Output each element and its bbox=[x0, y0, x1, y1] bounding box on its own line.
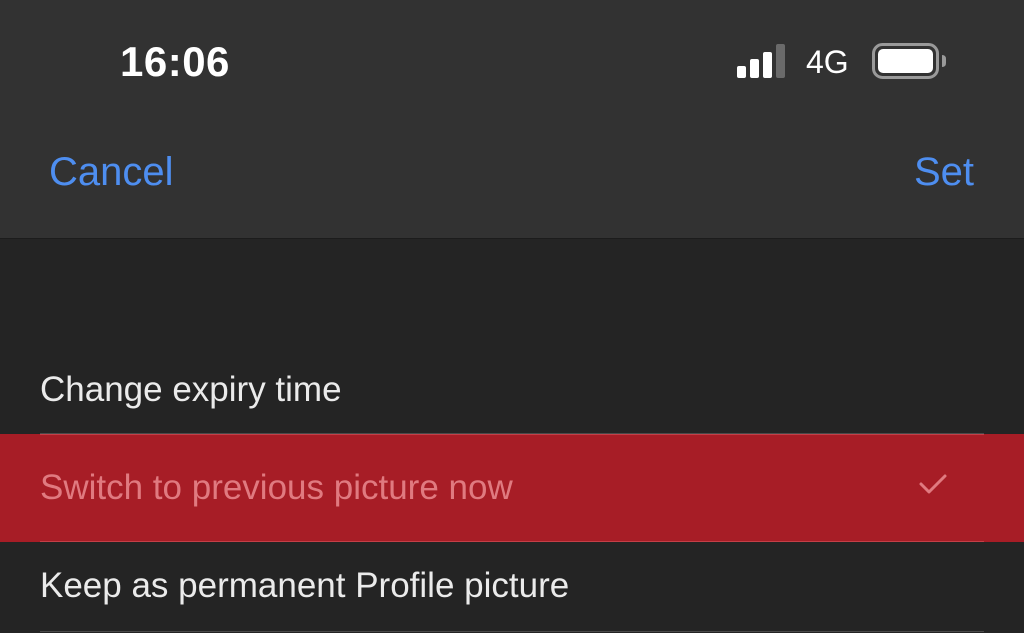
option-label: Change expiry time bbox=[40, 370, 342, 409]
battery-icon bbox=[872, 43, 946, 79]
options-list: Change expiry time Switch to previous pi… bbox=[0, 344, 1024, 632]
network-type-label: 4G bbox=[806, 44, 849, 80]
option-keep-as-permanent-profile-picture[interactable]: Keep as permanent Profile picture bbox=[0, 542, 1024, 632]
status-bar: 16:06 4G bbox=[0, 0, 1024, 120]
option-change-expiry-time[interactable]: Change expiry time bbox=[0, 344, 1024, 434]
divider bbox=[40, 434, 984, 435]
option-label: Switch to previous picture now bbox=[40, 468, 513, 507]
option-switch-to-previous-picture[interactable]: Switch to previous picture now bbox=[0, 434, 1024, 542]
status-time: 16:06 bbox=[120, 38, 230, 85]
nav-bar: Cancel Set bbox=[0, 120, 1024, 239]
checkmark-icon bbox=[919, 474, 947, 494]
option-label: Keep as permanent Profile picture bbox=[40, 566, 570, 605]
screen: 16:06 4G Cancel Set Change expiry time S… bbox=[0, 0, 1024, 633]
set-button[interactable]: Set bbox=[914, 150, 974, 195]
signal-bars-icon bbox=[737, 44, 785, 78]
cancel-button[interactable]: Cancel bbox=[49, 150, 174, 195]
divider bbox=[40, 631, 984, 632]
